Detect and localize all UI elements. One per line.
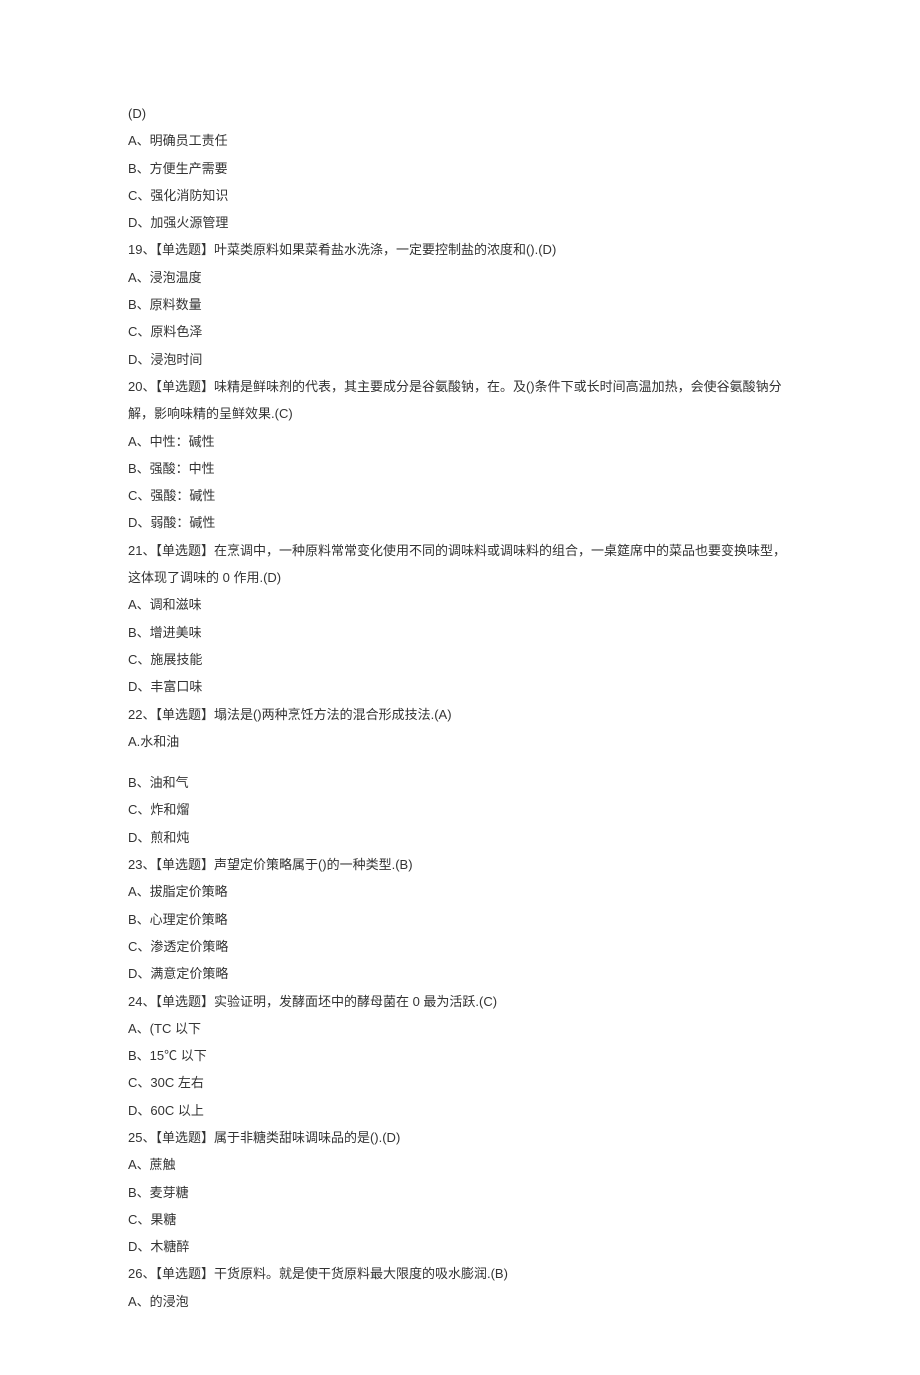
question-stem: 19、【单选题】叶菜类原料如果菜肴盐水洗涤，一定要控制盐的浓度和().(D) [128,236,792,263]
option-c: C、施展技能 [128,646,792,673]
option-a: A、的浸泡 [128,1288,792,1315]
option-d: D、加强火源管理 [128,209,792,236]
option-d: D、浸泡时间 [128,346,792,373]
option-b: B、15℃ 以下 [128,1042,792,1069]
option-d: D、煎和炖 [128,824,792,851]
option-c: C、渗透定价策略 [128,933,792,960]
option-b: B、增进美味 [128,619,792,646]
document-page: (D) A、明确员工责任 B、方便生产需要 C、强化消防知识 D、加强火源管理 … [0,0,920,1375]
option-a: A、拔脂定价策略 [128,878,792,905]
option-d: D、木糖醉 [128,1233,792,1260]
option-b: B、油和气 [128,769,792,796]
question-stem: 23、【单选题】声望定价策略属于()的一种类型.(B) [128,851,792,878]
option-a: A、调和滋味 [128,591,792,618]
option-a: A.水和油 [128,728,792,755]
option-a: A、浸泡温度 [128,264,792,291]
option-b: B、方便生产需要 [128,155,792,182]
option-b: B、心理定价策略 [128,906,792,933]
question-stem: 21、【单选题】在烹调中，一种原料常常变化使用不同的调味料或调味料的组合，一桌筵… [128,537,792,592]
question-stem: 25、【单选题】属于非糖类甜味调味品的是().(D) [128,1124,792,1151]
option-b: B、强酸：中性 [128,455,792,482]
option-c: C、强化消防知识 [128,182,792,209]
question-stem: 20、【单选题】味精是鲜味剂的代表，其主要成分是谷氨酸钠，在。及()条件下或长时… [128,373,792,428]
option-a: A、明确员工责任 [128,127,792,154]
option-d: D、弱酸：碱性 [128,509,792,536]
intro-answer: (D) [128,100,792,127]
option-b: B、麦芽糖 [128,1179,792,1206]
question-stem: 26、【单选题】干货原料。就是使干货原料最大限度的吸水膨润.(B) [128,1260,792,1287]
option-d: D、满意定价策略 [128,960,792,987]
question-stem: 24、【单选题】实验证明，发酵面坯中的酵母菌在 0 最为活跃.(C) [128,988,792,1015]
question-stem: 22、【单选题】塌法是()两种烹饪方法的混合形成技法.(A) [128,701,792,728]
option-a: A、(TC 以下 [128,1015,792,1042]
spacer [128,755,792,769]
option-c: C、炸和熘 [128,796,792,823]
option-c: C、果糖 [128,1206,792,1233]
option-d: D、60C 以上 [128,1097,792,1124]
option-d: D、丰富口味 [128,673,792,700]
option-c: C、原料色泽 [128,318,792,345]
option-a: A、中性：碱性 [128,428,792,455]
option-c: C、30C 左右 [128,1069,792,1096]
option-c: C、强酸：碱性 [128,482,792,509]
option-a: A、蔗触 [128,1151,792,1178]
option-b: B、原料数量 [128,291,792,318]
